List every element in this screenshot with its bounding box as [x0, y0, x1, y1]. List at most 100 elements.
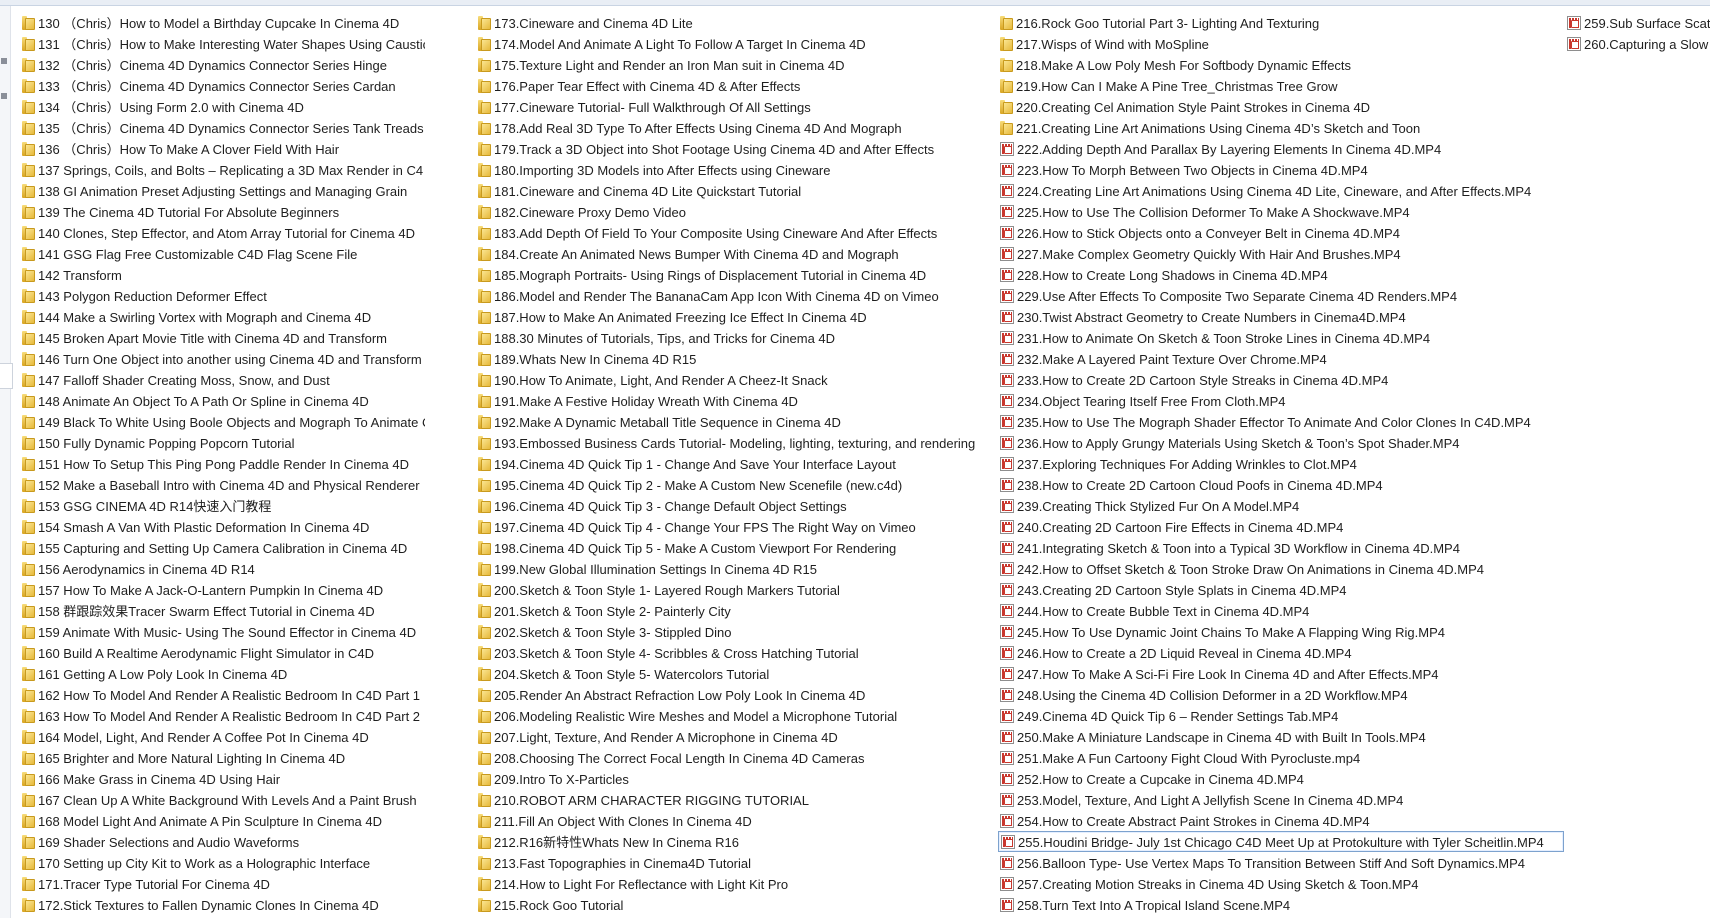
folder-item[interactable]: 147 Falloff Shader Creating Moss, Snow, … — [20, 369, 425, 390]
folder-item[interactable]: 207.Light, Texture, And Render A Microph… — [476, 726, 986, 747]
folder-item[interactable]: 148 Animate An Object To A Path Or Splin… — [20, 390, 425, 411]
video-file-item[interactable]: 244.How to Create Bubble Text in Cinema … — [998, 600, 1564, 621]
folder-item[interactable]: 138 GI Animation Preset Adjusting Settin… — [20, 180, 425, 201]
folder-item[interactable]: 142 Transform — [20, 264, 425, 285]
folder-item[interactable]: 156 Aerodynamics in Cinema 4D R14 — [20, 558, 425, 579]
video-file-item[interactable]: 233.How to Create 2D Cartoon Style Strea… — [998, 369, 1564, 390]
video-file-item[interactable]: 254.How to Create Abstract Paint Strokes… — [998, 810, 1564, 831]
folder-item[interactable]: 189.Whats New In Cinema 4D R15 — [476, 348, 986, 369]
video-file-item[interactable]: 241.Integrating Sketch & Toon into a Typ… — [998, 537, 1564, 558]
folder-item[interactable]: 155 Capturing and Setting Up Camera Cali… — [20, 537, 425, 558]
folder-item[interactable]: 163 How To Model And Render A Realistic … — [20, 705, 425, 726]
folder-item[interactable]: 179.Track a 3D Object into Shot Footage … — [476, 138, 986, 159]
folder-item[interactable]: 160 Build A Realtime Aerodynamic Flight … — [20, 642, 425, 663]
folder-item[interactable]: 173.Cineware and Cinema 4D Lite — [476, 12, 986, 33]
folder-item[interactable]: 206.Modeling Realistic Wire Meshes and M… — [476, 705, 986, 726]
video-file-item[interactable]: 242.How to Offset Sketch & Toon Stroke D… — [998, 558, 1564, 579]
folder-item[interactable]: 180.Importing 3D Models into After Effec… — [476, 159, 986, 180]
video-file-item[interactable]: 240.Creating 2D Cartoon Fire Effects in … — [998, 516, 1564, 537]
folder-item[interactable]: 168 Model Light And Animate A Pin Sculpt… — [20, 810, 425, 831]
video-file-item[interactable]: 223.How To Morph Between Two Objects in … — [998, 159, 1564, 180]
folder-item[interactable]: 204.Sketch & Toon Style 5- Watercolors T… — [476, 663, 986, 684]
folder-item[interactable]: 175.Texture Light and Render an Iron Man… — [476, 54, 986, 75]
folder-item[interactable]: 161 Getting A Low Poly Look In Cinema 4D — [20, 663, 425, 684]
folder-item[interactable]: 134 （Chris）Using Form 2.0 with Cinema 4D — [20, 96, 425, 117]
folder-item[interactable]: 186.Model and Render The BananaCam App I… — [476, 285, 986, 306]
video-file-item[interactable]: 226.How to Stick Objects onto a Conveyer… — [998, 222, 1564, 243]
folder-item[interactable]: 197.Cinema 4D Quick Tip 4 - Change Your … — [476, 516, 986, 537]
folder-item[interactable]: 162 How To Model And Render A Realistic … — [20, 684, 425, 705]
folder-item[interactable]: 158 群跟踪效果Tracer Swarm Effect Tutorial in… — [20, 600, 425, 621]
file-list-view[interactable]: 130 （Chris）How to Model a Birthday Cupca… — [0, 0, 1710, 918]
folder-item[interactable]: 178.Add Real 3D Type To After Effects Us… — [476, 117, 986, 138]
folder-item[interactable]: 172.Stick Textures to Fallen Dynamic Clo… — [20, 894, 425, 915]
video-file-item[interactable]: 257.Creating Motion Streaks in Cinema 4D… — [998, 873, 1564, 894]
folder-item[interactable]: 202.Sketch & Toon Style 3- Stippled Dino — [476, 621, 986, 642]
folder-item[interactable]: 199.New Global Illumination Settings In … — [476, 558, 986, 579]
video-file-item[interactable]: 260.Capturing a Slow — [1565, 33, 1710, 54]
folder-item[interactable]: 193.Embossed Business Cards Tutorial- Mo… — [476, 432, 986, 453]
folder-item[interactable]: 181.Cineware and Cinema 4D Lite Quicksta… — [476, 180, 986, 201]
folder-item[interactable]: 140 Clones, Step Effector, and Atom Arra… — [20, 222, 425, 243]
folder-item[interactable]: 203.Sketch & Toon Style 4- Scribbles & C… — [476, 642, 986, 663]
folder-item[interactable]: 139 The Cinema 4D Tutorial For Absolute … — [20, 201, 425, 222]
folder-item[interactable]: 190.How To Animate, Light, And Render A … — [476, 369, 986, 390]
folder-item[interactable]: 154 Smash A Van With Plastic Deformation… — [20, 516, 425, 537]
video-file-item[interactable]: 224.Creating Line Art Animations Using C… — [998, 180, 1564, 201]
folder-item[interactable]: 215.Rock Goo Tutorial — [476, 894, 986, 915]
folder-item[interactable]: 209.Intro To X-Particles — [476, 768, 986, 789]
video-file-item[interactable]: 249.Cinema 4D Quick Tip 6 – Render Setti… — [998, 705, 1564, 726]
folder-item[interactable]: 151 How To Setup This Ping Pong Paddle R… — [20, 453, 425, 474]
folder-item[interactable]: 130 （Chris）How to Model a Birthday Cupca… — [20, 12, 425, 33]
folder-item[interactable]: 135 （Chris）Cinema 4D Dynamics Connector … — [20, 117, 425, 138]
video-file-item[interactable]: 236.How to Apply Grungy Materials Using … — [998, 432, 1564, 453]
folder-item[interactable]: 170 Setting up City Kit to Work as a Hol… — [20, 852, 425, 873]
folder-item[interactable]: 216.Rock Goo Tutorial Part 3- Lighting A… — [998, 12, 1564, 33]
folder-item[interactable]: 150 Fully Dynamic Popping Popcorn Tutori… — [20, 432, 425, 453]
video-file-item[interactable]: 238.How to Create 2D Cartoon Cloud Poofs… — [998, 474, 1564, 495]
video-file-item[interactable]: 235.How to Use The Mograph Shader Effect… — [998, 411, 1564, 432]
folder-item[interactable]: 208.Choosing The Correct Focal Length In… — [476, 747, 986, 768]
folder-item[interactable]: 133 （Chris）Cinema 4D Dynamics Connector … — [20, 75, 425, 96]
folder-item[interactable]: 195.Cinema 4D Quick Tip 2 - Make A Custo… — [476, 474, 986, 495]
video-file-item[interactable]: 245.How To Use Dynamic Joint Chains To M… — [998, 621, 1564, 642]
video-file-item[interactable]: 234.Object Tearing Itself Free From Clot… — [998, 390, 1564, 411]
folder-item[interactable]: 167 Clean Up A White Background With Lev… — [20, 789, 425, 810]
folder-item[interactable]: 214.How to Light For Reflectance with Li… — [476, 873, 986, 894]
video-file-item[interactable]: 222.Adding Depth And Parallax By Layerin… — [998, 138, 1564, 159]
folder-item[interactable]: 187.How to Make An Animated Freezing Ice… — [476, 306, 986, 327]
folder-item[interactable]: 221.Creating Line Art Animations Using C… — [998, 117, 1564, 138]
video-file-item[interactable]: 227.Make Complex Geometry Quickly With H… — [998, 243, 1564, 264]
folder-item[interactable]: 169 Shader Selections and Audio Waveform… — [20, 831, 425, 852]
video-file-item[interactable]: 243.Creating 2D Cartoon Style Splats in … — [998, 579, 1564, 600]
folder-item[interactable]: 141 GSG Flag Free Customizable C4D Flag … — [20, 243, 425, 264]
folder-item[interactable]: 177.Cineware Tutorial- Full Walkthrough … — [476, 96, 986, 117]
video-file-item[interactable]: 253.Model, Texture, And Light A Jellyfis… — [998, 789, 1564, 810]
folder-item[interactable]: 210.ROBOT ARM CHARACTER RIGGING TUTORIAL — [476, 789, 986, 810]
folder-item[interactable]: 132 （Chris）Cinema 4D Dynamics Connector … — [20, 54, 425, 75]
video-file-item[interactable]: 248.Using the Cinema 4D Collision Deform… — [998, 684, 1564, 705]
folder-item[interactable]: 220.Creating Cel Animation Style Paint S… — [998, 96, 1564, 117]
video-file-item[interactable]: 232.Make A Layered Paint Texture Over Ch… — [998, 348, 1564, 369]
video-file-item[interactable]: 259.Sub Surface Scatt — [1565, 12, 1710, 33]
video-file-item[interactable]: 256.Balloon Type- Use Vertex Maps To Tra… — [998, 852, 1564, 873]
folder-item[interactable]: 200.Sketch & Toon Style 1- Layered Rough… — [476, 579, 986, 600]
folder-item[interactable]: 152 Make a Baseball Intro with Cinema 4D… — [20, 474, 425, 495]
folder-item[interactable]: 211.Fill An Object With Clones In Cinema… — [476, 810, 986, 831]
video-file-item[interactable]: 252.How to Create a Cupcake in Cinema 4D… — [998, 768, 1564, 789]
folder-item[interactable]: 196.Cinema 4D Quick Tip 3 - Change Defau… — [476, 495, 986, 516]
folder-item[interactable]: 184.Create An Animated News Bumper With … — [476, 243, 986, 264]
folder-item[interactable]: 194.Cinema 4D Quick Tip 1 - Change And S… — [476, 453, 986, 474]
folder-item[interactable]: 182.Cineware Proxy Demo Video — [476, 201, 986, 222]
folder-item[interactable]: 131 （Chris）How to Make Interesting Water… — [20, 33, 425, 54]
folder-item[interactable]: 159 Animate With Music- Using The Sound … — [20, 621, 425, 642]
folder-item[interactable]: 174.Model And Animate A Light To Follow … — [476, 33, 986, 54]
folder-item[interactable]: 205.Render An Abstract Refraction Low Po… — [476, 684, 986, 705]
folder-item[interactable]: 212.R16新特性Whats New In Cinema R16 — [476, 831, 986, 852]
folder-item[interactable]: 217.Wisps of Wind with MoSpline — [998, 33, 1564, 54]
folder-item[interactable]: 219.How Can I Make A Pine Tree_Christmas… — [998, 75, 1564, 96]
folder-item[interactable]: 153 GSG CINEMA 4D R14快速入门教程 — [20, 495, 425, 516]
folder-item[interactable]: 188.30 Minutes of Tutorials, Tips, and T… — [476, 327, 986, 348]
folder-item[interactable]: 218.Make A Low Poly Mesh For Softbody Dy… — [998, 54, 1564, 75]
video-file-item[interactable]: 247.How To Make A Sci-Fi Fire Look In Ci… — [998, 663, 1564, 684]
